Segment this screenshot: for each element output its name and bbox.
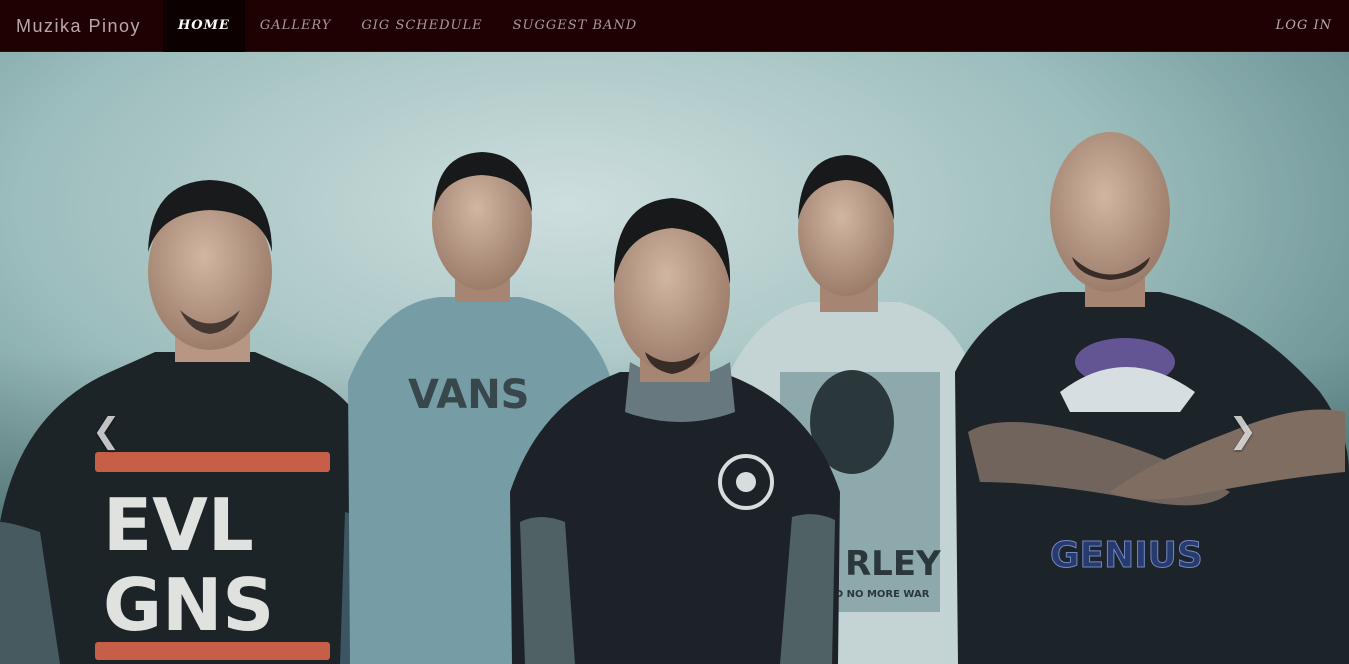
carousel-next-control[interactable]: ❯: [1149, 52, 1349, 664]
main-nav: HOME GALLERY GIG SCHEDULE SUGGEST BAND: [163, 0, 652, 52]
brand-link[interactable]: Muzika Pinoy: [16, 0, 141, 52]
nav-gallery[interactable]: GALLERY: [245, 0, 347, 52]
top-navbar: Muzika Pinoy HOME GALLERY GIG SCHEDULE S…: [0, 0, 1349, 52]
nav-gig-schedule[interactable]: GIG SCHEDULE: [346, 0, 497, 52]
band-photo: EVL GNS VANS RLEY ED NO MORE WAR GENIUS: [0, 52, 1349, 664]
hero-carousel: EVL GNS VANS RLEY ED NO MORE WAR GENIUS …: [0, 52, 1349, 664]
chevron-left-icon: ❮: [92, 411, 121, 451]
carousel-prev-control[interactable]: ❮: [0, 52, 200, 664]
nav-home[interactable]: HOME: [163, 0, 245, 52]
login-link[interactable]: LOG IN: [1276, 0, 1332, 52]
chevron-right-icon: ❯: [1228, 411, 1258, 451]
nav-suggest-band[interactable]: SUGGEST BAND: [498, 0, 653, 52]
